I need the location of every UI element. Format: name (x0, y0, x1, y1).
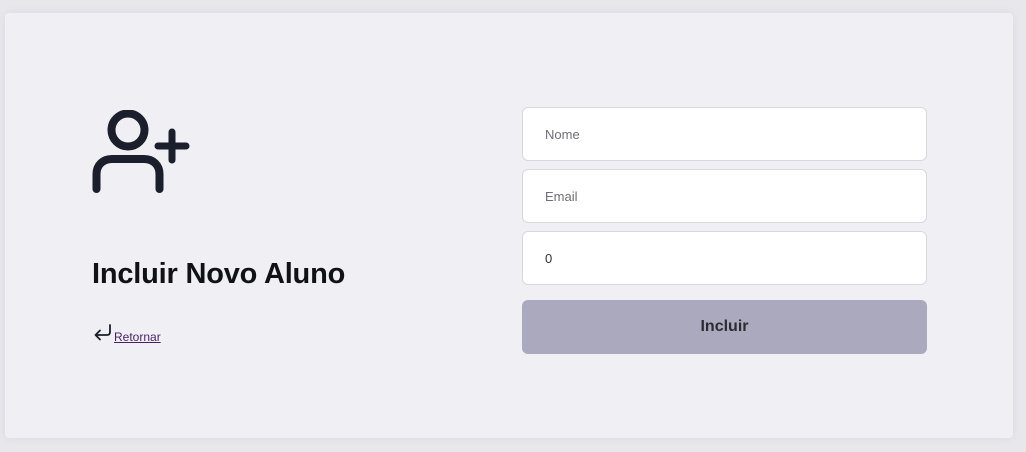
return-link-label[interactable]: Retornar (114, 330, 161, 344)
student-form: Incluir (522, 107, 927, 354)
return-arrow-icon (94, 324, 111, 341)
email-field[interactable] (522, 169, 927, 223)
name-field[interactable] (522, 107, 927, 161)
left-panel: Incluir Novo Aluno Retornar (92, 13, 492, 438)
user-plus-icon (92, 110, 190, 193)
main-card: Incluir Novo Aluno Retornar Incluir (5, 13, 1013, 438)
page-title: Incluir Novo Aluno (92, 258, 346, 290)
number-field[interactable] (522, 231, 927, 285)
return-link[interactable]: Retornar (93, 322, 161, 344)
submit-button[interactable]: Incluir (522, 300, 927, 354)
